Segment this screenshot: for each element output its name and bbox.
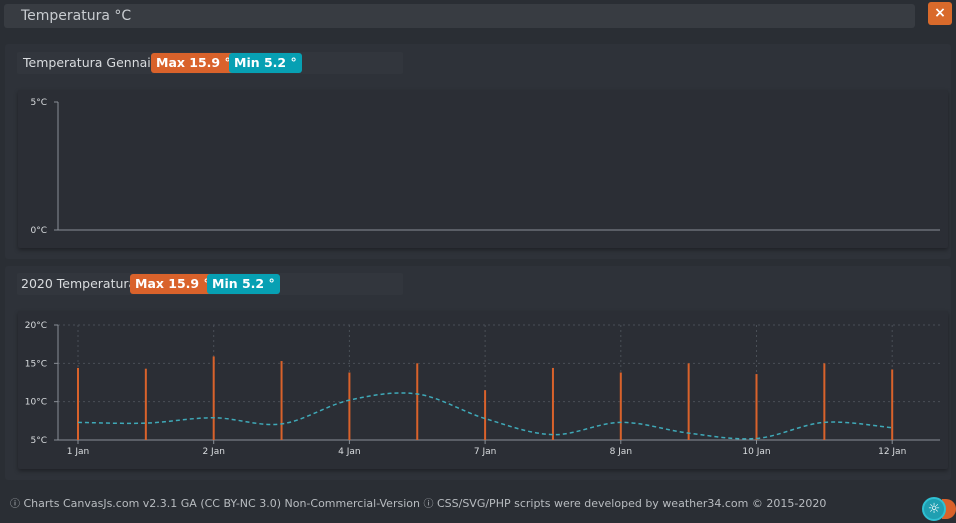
x-tick-label: 8 Jan bbox=[610, 447, 632, 457]
y-tick-label: 0°C bbox=[30, 226, 47, 236]
temperature-bar bbox=[619, 372, 622, 440]
sun-icon[interactable]: ☼ bbox=[922, 497, 946, 521]
yearly-chart-svg: 5°C 10°C 15°C 20°C 1 Jan 2 Jan 4 Jan 7 Jan 8 Jan… bbox=[25, 321, 940, 457]
temperature-bar bbox=[687, 363, 690, 440]
temperature-bar bbox=[77, 367, 79, 440]
temperature-bar bbox=[484, 390, 487, 440]
panel-monthly-header: Temperatura Gennaio Max 15.9 ° Min 5.2 ° bbox=[17, 52, 403, 74]
monthly-chart: 0°C 5°C bbox=[18, 90, 948, 248]
x-tick-label: 2 Jan bbox=[202, 447, 224, 457]
y-tick-label: 5°C bbox=[30, 98, 47, 108]
info-circle-icon: ⓘ bbox=[10, 499, 20, 510]
panel-yearly-title: 2020 Temperatura bbox=[21, 276, 137, 291]
window-title-bar: Temperatura °C bbox=[4, 4, 915, 28]
x-tick-label: 4 Jan bbox=[338, 447, 360, 457]
y-tick-label: 15°C bbox=[25, 359, 47, 369]
temperature-bar bbox=[144, 368, 147, 440]
temperature-bar bbox=[891, 369, 894, 440]
window-title: Temperatura °C bbox=[21, 8, 132, 24]
x-tick-label: 7 Jan bbox=[474, 447, 496, 457]
footer-text-charts: Charts CanvasJs.com v2.3.1 GA (CC BY-NC … bbox=[23, 497, 420, 510]
y-tick-label: 10°C bbox=[25, 398, 47, 408]
y-tick-label: 20°C bbox=[25, 321, 47, 331]
temperature-bar bbox=[212, 356, 215, 440]
footer: ⓘ Charts CanvasJs.com v2.3.1 GA (CC BY-N… bbox=[0, 483, 956, 523]
x-tick-label: 12 Jan bbox=[878, 447, 906, 457]
monthly-chart-svg: 0°C 5°C bbox=[30, 98, 940, 236]
panel-monthly-title: Temperatura Gennaio bbox=[23, 55, 159, 70]
yearly-chart: 5°C 10°C 15°C 20°C 1 Jan 2 Jan 4 Jan 7 Jan 8 Jan… bbox=[18, 311, 948, 469]
footer-credits: ⓘ Charts CanvasJs.com v2.3.1 GA (CC BY-N… bbox=[10, 495, 826, 510]
max-temp-badge: Max 15.9 ° bbox=[130, 274, 215, 294]
y-tick-label: 5°C bbox=[30, 436, 47, 446]
temperature-bar bbox=[823, 363, 826, 440]
info-circle-icon: ⓘ bbox=[423, 499, 434, 510]
temperature-bar bbox=[755, 374, 758, 440]
x-tick-label: 1 Jan bbox=[67, 447, 89, 457]
temperature-bar bbox=[280, 361, 283, 440]
close-icon: × bbox=[934, 5, 946, 21]
temperature-bar bbox=[348, 372, 351, 440]
x-tick-label: 10 Jan bbox=[742, 447, 770, 457]
min-temp-badge: Min 5.2 ° bbox=[229, 53, 302, 73]
temperature-bar bbox=[551, 367, 554, 440]
panel-monthly: Temperatura Gennaio Max 15.9 ° Min 5.2 °… bbox=[5, 44, 951, 259]
close-button[interactable]: × bbox=[928, 2, 952, 25]
footer-text-scripts: CSS/SVG/PHP scripts were developed by we… bbox=[436, 497, 827, 510]
temperature-bar bbox=[416, 363, 419, 440]
min-temp-badge: Min 5.2 ° bbox=[207, 274, 280, 294]
panel-yearly-header: 2020 Temperatura Max 15.9 ° Min 5.2 ° bbox=[17, 273, 403, 295]
panel-yearly: 2020 Temperatura Max 15.9 ° Min 5.2 ° 5°… bbox=[5, 266, 951, 480]
max-temp-badge: Max 15.9 ° bbox=[151, 53, 236, 73]
